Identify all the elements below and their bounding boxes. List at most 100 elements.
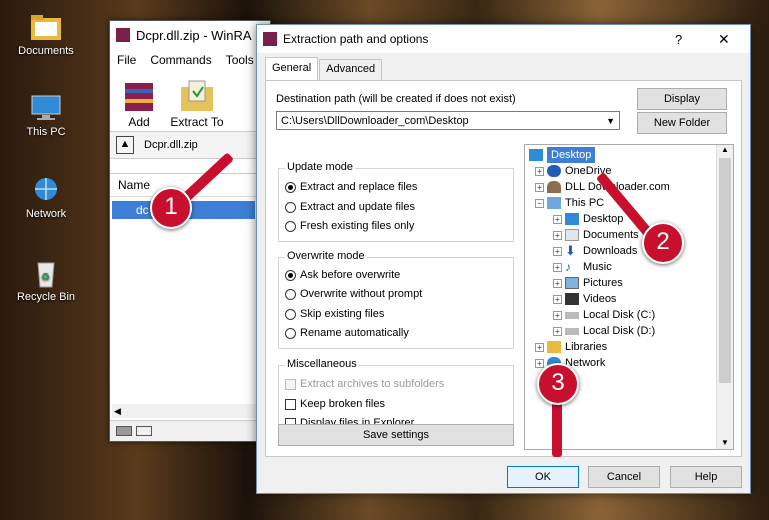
- radio-rename-auto[interactable]: Rename automatically: [285, 325, 409, 341]
- horizontal-scrollbar[interactable]: ◀: [112, 404, 257, 418]
- checkbox-control: [285, 378, 296, 390]
- tree-item-desktop-root[interactable]: Desktop: [529, 147, 596, 163]
- radio-label: Fresh existing files only: [300, 220, 415, 232]
- radio-control[interactable]: [285, 308, 296, 320]
- step-3-badge: 3: [537, 363, 579, 405]
- add-label: Add: [128, 115, 150, 129]
- computer-icon: [547, 197, 561, 209]
- radio-extract-update[interactable]: Extract and update files: [285, 199, 415, 215]
- radio-ask-overwrite[interactable]: Ask before overwrite: [285, 267, 400, 283]
- tree-item-label: Local Disk (C:): [583, 309, 656, 321]
- tab-advanced[interactable]: Advanced: [319, 59, 383, 81]
- winrar-address-bar[interactable]: ▲ Dcpr.dll.zip: [110, 131, 270, 159]
- overwrite-mode-label: Overwrite mode: [285, 250, 367, 262]
- scroll-thumb[interactable]: [719, 158, 731, 383]
- tree-item-label: Desktop: [583, 213, 624, 225]
- tree-item-label: Libraries: [565, 341, 608, 353]
- radio-control[interactable]: [285, 181, 296, 193]
- radio-control[interactable]: [285, 327, 296, 339]
- destination-path-input[interactable]: C:\Users\DllDownloader_com\Desktop ▼: [276, 111, 620, 130]
- tree-item-libraries[interactable]: + Libraries: [535, 339, 607, 355]
- drive-icon: [565, 327, 579, 335]
- radio-control[interactable]: [285, 288, 296, 300]
- radio-control[interactable]: [285, 220, 296, 232]
- tree-item-desktop[interactable]: + Desktop: [553, 211, 623, 227]
- winrar-icon: [116, 28, 130, 42]
- music-icon: ♪: [565, 260, 571, 274]
- tree-item-label: Pictures: [583, 277, 623, 289]
- up-folder-icon[interactable]: ▲: [116, 136, 134, 154]
- desktop-label: Documents: [18, 45, 74, 57]
- chevron-up-icon[interactable]: ▲: [717, 145, 733, 154]
- radio-fresh-existing[interactable]: Fresh existing files only: [285, 218, 414, 234]
- winrar-icon: [263, 32, 277, 46]
- tree-item-downloads[interactable]: + ⬇ Downloads: [553, 243, 637, 259]
- new-folder-button[interactable]: New Folder: [637, 112, 727, 134]
- ok-button[interactable]: OK: [507, 466, 579, 488]
- radio-label: Overwrite without prompt: [300, 288, 423, 300]
- misc-label: Miscellaneous: [285, 358, 359, 370]
- general-tab-page: Destination path (will be created if doe…: [265, 80, 742, 457]
- tree-scrollbar[interactable]: ▲ ▼: [716, 145, 733, 449]
- tree-item-pictures[interactable]: + Pictures: [553, 275, 623, 291]
- save-settings-button[interactable]: Save settings: [278, 424, 514, 446]
- key-icon: [136, 426, 152, 436]
- radio-label: Skip existing files: [300, 308, 385, 320]
- radio-extract-replace[interactable]: Extract and replace files: [285, 179, 417, 195]
- cancel-button[interactable]: Cancel: [588, 466, 660, 488]
- chevron-down-icon[interactable]: ▼: [606, 112, 615, 131]
- winrar-titlebar[interactable]: Dcpr.dll.zip - WinRA: [110, 21, 270, 49]
- tree-item-label: Music: [583, 261, 612, 273]
- dialog-tabs: General Advanced: [265, 57, 383, 81]
- folder-icon: [547, 341, 561, 353]
- menu-tools[interactable]: Tools: [219, 53, 261, 67]
- tree-item-label: Local Disk (D:): [583, 325, 656, 337]
- desktop-network[interactable]: Network: [10, 175, 82, 220]
- destination-path-value: C:\Users\DllDownloader_com\Desktop: [281, 115, 469, 127]
- update-mode-label: Update mode: [285, 161, 356, 173]
- winrar-toolbar: Add Extract To: [110, 71, 270, 131]
- tree-item-documents[interactable]: + Documents: [553, 227, 639, 243]
- tree-item-label: Documents: [583, 229, 639, 241]
- add-button[interactable]: Add: [110, 79, 168, 129]
- close-icon[interactable]: ✕: [718, 31, 730, 48]
- checkbox-control[interactable]: [285, 398, 296, 410]
- desktop-label: Recycle Bin: [16, 291, 76, 303]
- chevron-down-icon[interactable]: ▼: [717, 438, 733, 447]
- tree-item-disk-c[interactable]: + Local Disk (C:): [553, 307, 655, 323]
- winrar-window: Dcpr.dll.zip - WinRA File Commands Tools…: [109, 20, 271, 442]
- menu-commands[interactable]: Commands: [143, 53, 218, 67]
- display-button[interactable]: Display: [637, 88, 727, 110]
- tree-item-label: Downloads: [583, 245, 638, 257]
- dialog-titlebar[interactable]: Extraction path and options ? ✕: [257, 25, 750, 53]
- radio-skip-existing[interactable]: Skip existing files: [285, 306, 384, 322]
- desktop-label: This PC: [26, 126, 66, 138]
- dialog-title: Extraction path and options: [283, 32, 429, 46]
- drive-icon: [565, 311, 579, 319]
- extract-to-label: Extract To: [170, 115, 224, 129]
- help-button[interactable]: Help: [670, 466, 742, 488]
- network-icon: [29, 175, 63, 205]
- picture-icon: [565, 277, 579, 289]
- tree-item-disk-d[interactable]: + Local Disk (D:): [553, 323, 655, 339]
- desktop-documents[interactable]: Documents: [10, 12, 82, 57]
- check-extract-subfolders: Extract archives to subfolders: [285, 376, 444, 392]
- overwrite-mode-group: Overwrite mode Ask before overwrite Over…: [278, 250, 514, 349]
- extract-to-button[interactable]: Extract To: [168, 79, 226, 129]
- tree-item-this-pc[interactable]: − This PC: [535, 195, 604, 211]
- tree-item-videos[interactable]: + Videos: [553, 291, 616, 307]
- extract-folder-icon: [177, 79, 217, 113]
- archive-add-icon: [119, 79, 159, 113]
- radio-control[interactable]: [285, 269, 296, 281]
- user-icon: [547, 181, 561, 193]
- desktop-this-pc[interactable]: This PC: [10, 93, 82, 138]
- radio-label: Extract and update files: [300, 201, 415, 213]
- tree-item-music[interactable]: + ♪ Music: [553, 259, 612, 275]
- tab-general[interactable]: General: [265, 57, 319, 81]
- help-icon[interactable]: ?: [675, 32, 682, 47]
- radio-control[interactable]: [285, 201, 296, 213]
- desktop-recycle-bin[interactable]: ♻ Recycle Bin: [10, 258, 82, 303]
- radio-overwrite-no-prompt[interactable]: Overwrite without prompt: [285, 286, 422, 302]
- menu-file[interactable]: File: [110, 53, 143, 67]
- check-keep-broken[interactable]: Keep broken files: [285, 396, 385, 412]
